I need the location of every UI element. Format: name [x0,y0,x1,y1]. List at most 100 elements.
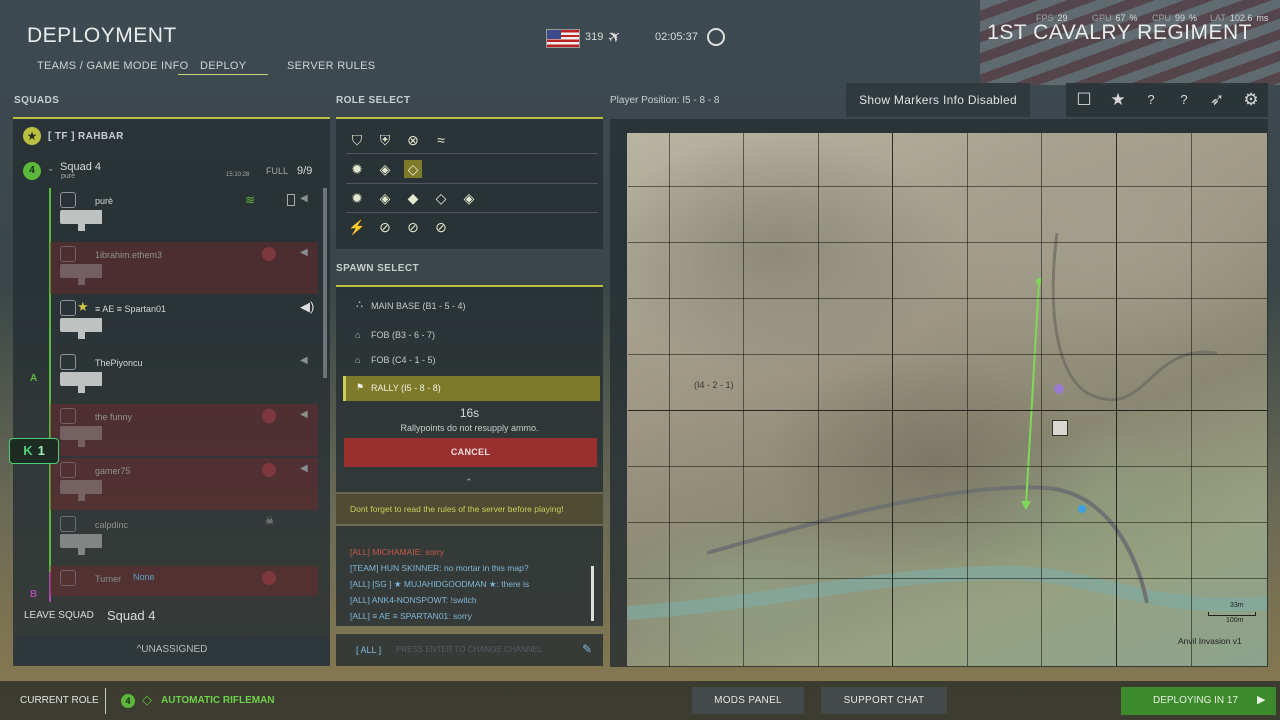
spawn-main-base[interactable]: MAIN BASE (B1 - 5 - 4) [371,301,466,311]
member-name: ≡ AE ≡ Spartan01 [95,304,167,314]
list-item[interactable]: calpdinc ☠ [50,512,318,564]
speaker-icon[interactable]: ◀ [300,247,308,258]
spawn-fob-c4[interactable]: FOB (C4 - 1 - 5) [371,355,436,365]
leave-squad-button[interactable]: LEAVE SQUAD [24,610,94,621]
vehicle-help-icon[interactable]: ? [1172,88,1196,112]
role-number-badge: 4 [121,694,135,708]
server-notice: Dont forget to read the rules of the ser… [336,494,603,524]
tab-teams-info[interactable]: TEAMS / GAME MODE INFO [37,60,188,72]
role-icon [60,246,76,262]
chat-message-3: [ALL] ANK4-NONSPOWT: !switch [350,595,477,605]
chat-channel[interactable]: [ ALL ] [356,645,381,655]
rocket-icon[interactable]: ➶ [1205,88,1229,112]
speaker-active-icon[interactable]: ◀) [300,299,314,315]
flag-icon: ⚑ [356,382,365,392]
role-select-heading: ROLE SELECT [336,95,411,106]
role-grenadier-icon[interactable]: ✹ [348,189,366,207]
help-icon[interactable]: ? [1139,88,1163,112]
fireteam-a-label: A [30,373,38,384]
unassigned-label: ^UNASSIGNED [136,644,208,655]
chat-message-0: [ALL] MICHAMAIE: sorry [350,547,444,557]
role-engineer-icon[interactable]: ◈ [376,160,394,178]
role-rifleman-icon[interactable]: ◈ [376,189,394,207]
role-heat-icon[interactable]: ⊘ [376,218,394,236]
speaker-icon[interactable]: ◀ [300,193,308,204]
spawn-note: Rallypoints do not resupply ammo. [400,423,539,433]
chevron-up-icon[interactable]: ⌃ [465,477,473,488]
support-chat-button[interactable]: SUPPORT CHAT [821,687,947,714]
role-marksman-icon[interactable]: ◆ [404,189,422,207]
map-canvas[interactable] [627,133,1267,666]
spawn-fob-b3[interactable]: FOB (B3 - 6 - 7) [371,330,435,340]
list-item[interactable]: the funny ◀ [50,404,318,456]
role-sniper-icon[interactable]: ⊘ [432,218,450,236]
chat-input-bar[interactable]: [ ALL ] PRESS ENTER TO CHANGE CHANNEL ✎ [336,634,603,666]
rally-marker-icon[interactable] [1052,420,1068,436]
list-item[interactable]: ThePiyoncu ◀ [50,350,318,402]
tab-deploy[interactable]: DEPLOY [178,60,269,75]
role-officer-icon[interactable]: ✹ [348,160,366,178]
speaker-icon[interactable]: ◀ [300,355,308,366]
chevron-down-icon[interactable]: ⌄ [47,163,55,174]
skull-icon: ☠ [265,516,274,527]
weapon-icon [60,480,130,501]
member-name: Turner [95,574,122,584]
role-automatic-rifleman-icon[interactable]: ◇ [404,160,422,178]
chat-icon[interactable]: ✎ [582,642,592,656]
chat-scrollbar[interactable] [591,566,594,621]
role-grid: ⛉ ⛨ ⊗ ≈ ✹ ◈ ◇ ✹ ◈ ◆ ◇ ◈ ⚡ ⊘ ⊘ ⊘ [336,117,603,249]
role-icon [60,570,76,586]
role-crewman-icon[interactable]: ⚡ [348,218,366,236]
list-item[interactable]: Turner None [50,566,318,596]
favorite-star-icon[interactable]: ★ [1106,88,1130,112]
regiment-name: 1ST CAVALRY REGIMENT [987,21,1252,44]
list-item[interactable]: 1ibrahim.ethem3 ◀ [50,242,318,294]
weapon-icon [60,534,130,555]
deploy-button[interactable]: DEPLOYING IN 17 ▶ [1121,687,1276,715]
dead-icon [262,463,276,477]
speaker-icon[interactable]: ◀ [300,463,308,474]
member-name: purè [95,196,114,206]
role-pilot-icon[interactable]: ≈ [432,131,450,149]
map-toolbar [1066,83,1268,117]
role-scout-icon[interactable]: ◈ [460,189,478,207]
role-driver-icon[interactable]: ⊗ [404,131,422,149]
weapon-icon [60,372,130,393]
current-role-name: AUTOMATIC RIFLEMAN [161,695,275,706]
squad-scrollbar[interactable] [323,188,327,378]
mods-panel-button[interactable]: MODS PANEL [692,687,804,714]
show-markers-button[interactable]: Show Markers Info Disabled [846,83,1030,117]
match-timer: 02:05:37 [655,31,698,43]
faction-header: ★ [ TF ] RAHBAR [13,117,330,154]
spawn-rally-selected[interactable]: ⚑ RALLY (I5 - 8 - 8) [343,376,600,401]
chat-bubble-icon[interactable]: ☐ [1072,88,1096,112]
list-item[interactable]: gamer75 ◀ [50,458,318,510]
tab-server-rules[interactable]: SERVER RULES [287,60,375,72]
page-title: DEPLOYMENT [27,24,177,47]
unassigned-bar[interactable]: ^UNASSIGNED [14,636,330,666]
role-icon [60,354,76,370]
chat-log: [ALL] MICHAMAIE: sorry [TEAM] HUN SKINNE… [336,526,603,626]
star-icon: ★ [23,127,41,145]
dead-icon [262,409,276,423]
role-medic-icon[interactable]: ⛨ [376,131,394,149]
speaker-icon[interactable]: ◀ [300,409,308,420]
role-at-icon[interactable]: ◇ [432,189,450,207]
map-overlay [627,232,1267,620]
role-squad-leader-icon[interactable]: ⛉ [348,131,366,149]
chat-input[interactable]: PRESS ENTER TO CHANGE CHANNEL [396,645,542,654]
list-item[interactable]: ★ ≡ AE ≡ Spartan01 ◀) [50,296,318,348]
rank-chevron-icon: ≋ [245,193,256,207]
list-item[interactable]: purè ≋ ◀ [50,188,318,240]
squad-count: 9/9 [297,165,313,177]
player-position: Player Position: I5 - 8 - 8 [610,95,720,106]
play-arrow-icon: ▶ [1257,694,1266,706]
squad-name[interactable]: Squad 4 [60,161,101,173]
weapon-icon [60,210,130,231]
main-base-icon: ⛬ [356,299,363,310]
cancel-button[interactable]: CANCEL [344,438,597,467]
stopwatch-icon [707,28,725,46]
role-lat-icon[interactable]: ⊘ [404,218,422,236]
member-name: 1ibrahim.ethem3 [95,250,163,260]
gear-icon[interactable]: ⚙ [1239,88,1263,112]
